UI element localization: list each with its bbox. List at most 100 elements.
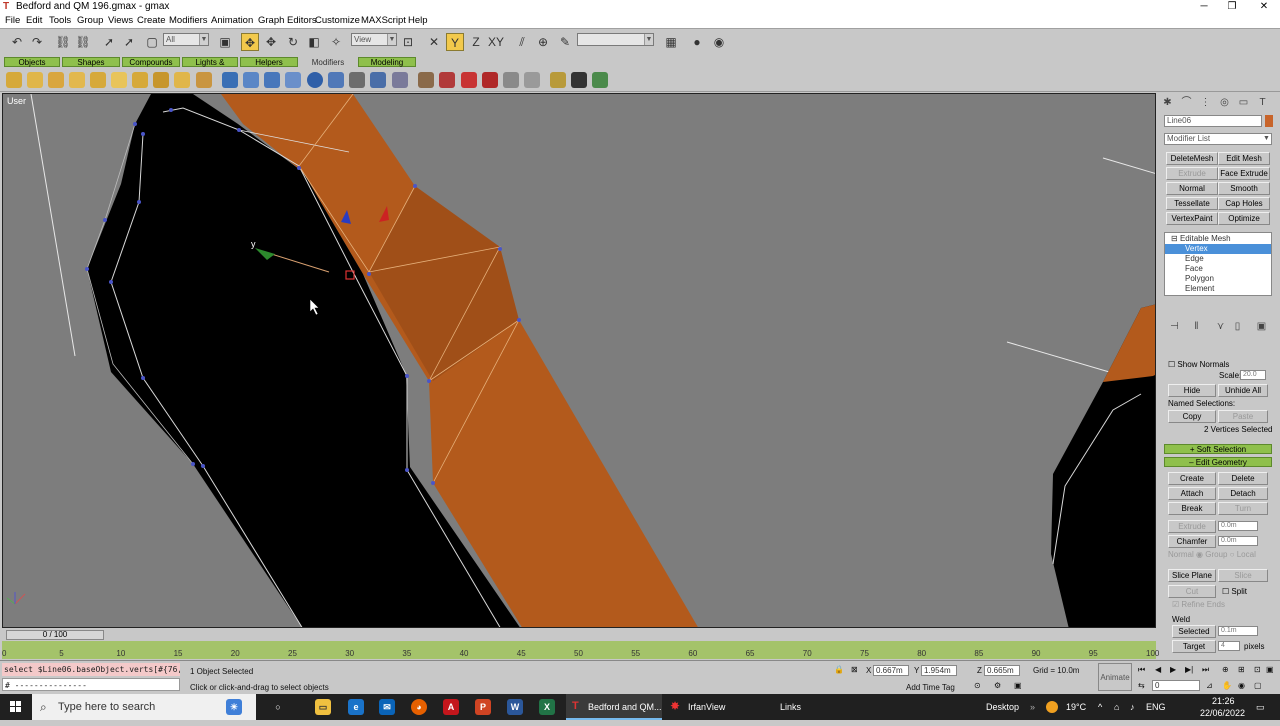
taskbar-app-links[interactable]: Links	[758, 694, 818, 720]
track-view-icon[interactable]: ▦	[662, 33, 680, 51]
render-icon[interactable]: ◉	[710, 33, 728, 51]
configure-sets-icon[interactable]: ▣	[1255, 320, 1268, 333]
acrobat-icon[interactable]: A	[443, 699, 459, 715]
reference-coord-dropdown[interactable]: View ▼	[351, 33, 397, 46]
next-frame-icon[interactable]: ▶|	[1185, 665, 1193, 674]
optimize-button[interactable]: Optimize	[1218, 212, 1270, 225]
cap-holes-icon[interactable]	[461, 72, 477, 88]
select-object-icon[interactable]: ➚	[100, 33, 118, 51]
delete-mesh-icon[interactable]	[482, 72, 498, 88]
normal-modifier-icon[interactable]	[550, 72, 566, 88]
powerpoint-icon[interactable]: P	[475, 699, 491, 715]
refine-ends-checkbox[interactable]: ☑ Refine Ends	[1172, 600, 1225, 609]
y-coordinate-field[interactable]: 1.954m	[921, 665, 957, 676]
menu-tools[interactable]: Tools	[49, 15, 71, 26]
optimize-icon[interactable]	[503, 72, 519, 88]
wave-icon[interactable]	[153, 72, 169, 88]
restrict-z-icon[interactable]: Z	[467, 33, 485, 51]
restrict-xy-icon[interactable]: XY	[487, 33, 505, 51]
clock-date[interactable]: 22/06/2022	[1200, 700, 1245, 726]
deletemesh-button[interactable]: DeleteMesh	[1166, 152, 1218, 165]
normal-group-local-options[interactable]: Normal ◉ Group ○ Local	[1168, 550, 1256, 559]
mirror-icon[interactable]: ⫽	[513, 33, 531, 51]
stack-item-polygon[interactable]: Polygon	[1165, 274, 1271, 284]
ripple-icon[interactable]	[132, 72, 148, 88]
delete-button[interactable]: Delete	[1218, 472, 1268, 485]
volume-select-icon[interactable]	[370, 72, 386, 88]
task-view-icon[interactable]: ○	[270, 699, 286, 715]
object-color-swatch[interactable]	[1265, 115, 1273, 127]
undo-icon[interactable]: ↶	[8, 33, 26, 51]
menu-edit[interactable]: Edit	[26, 15, 42, 26]
x-coordinate-field[interactable]: 0.667m	[873, 665, 909, 676]
menu-customize[interactable]: Customize	[315, 15, 360, 26]
minimize-button[interactable]: ─	[1190, 0, 1218, 14]
object-name-field[interactable]: Line06	[1164, 115, 1262, 127]
chamfer-button[interactable]: Chamfer	[1168, 535, 1216, 548]
tab-modifiers[interactable]: Modifiers	[300, 57, 356, 67]
weld-target-button[interactable]: Target	[1172, 640, 1216, 653]
show-normals-checkbox[interactable]: ☐ Show Normals	[1168, 360, 1229, 369]
split-checkbox[interactable]: ☐ Split	[1222, 587, 1247, 596]
tab-helpers[interactable]: Helpers	[240, 57, 298, 67]
show-end-result-icon[interactable]: ‖	[1190, 320, 1203, 333]
stack-item-face[interactable]: Face	[1165, 264, 1271, 274]
redo-icon[interactable]: ↷	[28, 33, 46, 51]
paint-icon[interactable]: ✎	[556, 33, 574, 51]
tab-objects[interactable]: Objects	[4, 57, 60, 67]
current-frame-field[interactable]: 0	[1152, 680, 1200, 691]
lattice-icon[interactable]	[174, 72, 190, 88]
lock-selection-icon[interactable]: 🔒	[834, 665, 844, 674]
tessellate-button[interactable]: Tessellate	[1166, 197, 1218, 210]
menu-modifiers[interactable]: Modifiers	[169, 15, 208, 26]
zoom-extents-all-icon[interactable]: ▣	[1266, 665, 1274, 674]
cylinder-icon[interactable]	[328, 72, 344, 88]
manipulate-icon[interactable]: ✧	[327, 33, 345, 51]
extrude-button[interactable]: Extrude	[1166, 167, 1218, 180]
xform-icon[interactable]	[349, 72, 365, 88]
break-button[interactable]: Break	[1168, 502, 1216, 515]
news-widget-icon[interactable]: ☀	[226, 699, 242, 715]
copy-button[interactable]: Copy	[1168, 410, 1216, 423]
notifications-icon[interactable]: ▭	[1256, 694, 1265, 720]
pin-stack-icon[interactable]: ⊣	[1168, 320, 1181, 333]
edge-browser-icon[interactable]: e	[348, 699, 364, 715]
checker-icon[interactable]	[571, 72, 587, 88]
edit-mesh-button[interactable]: Edit Mesh	[1218, 152, 1270, 165]
region-select-icon[interactable]: ▢	[143, 33, 161, 51]
taskbar-app-irfanview[interactable]: IrfanView	[666, 694, 762, 720]
weld-target-spinner[interactable]: 4	[1218, 641, 1240, 651]
chamfer-spinner[interactable]: 0.0m	[1218, 536, 1258, 546]
select-rotate-icon[interactable]: ↻	[284, 33, 302, 51]
viewport-label[interactable]: User	[7, 96, 26, 106]
select-move-alt-icon[interactable]: ✥	[262, 33, 280, 51]
ffd-icon[interactable]	[196, 72, 212, 88]
language-indicator[interactable]: ENG	[1146, 694, 1166, 720]
paste-button[interactable]: Paste	[1218, 410, 1268, 423]
tab-shapes[interactable]: Shapes	[62, 57, 120, 67]
select-scale-icon[interactable]: ◧	[305, 33, 323, 51]
create-panel-icon[interactable]: ✱	[1161, 96, 1174, 109]
menu-group[interactable]: Group	[77, 15, 103, 26]
named-selection-dropdown[interactable]: ▼	[577, 33, 654, 46]
remove-modifier-icon[interactable]: ▯	[1231, 320, 1244, 333]
modifier-stack[interactable]: ⊟ Editable Mesh Vertex Edge Face Polygon…	[1164, 232, 1272, 296]
stack-item-edge[interactable]: Edge	[1165, 254, 1271, 264]
taskbar-search-box[interactable]: Type here to search	[32, 694, 256, 720]
soft-selection-rollout[interactable]: + Soft Selection	[1164, 444, 1272, 454]
normal-button[interactable]: Normal	[1166, 182, 1218, 195]
link-icon[interactable]: ⛓	[54, 33, 72, 51]
key-filter-icon[interactable]: ▣	[1014, 681, 1022, 690]
file-explorer-icon[interactable]: ▭	[315, 699, 331, 715]
slice-button[interactable]: Slice	[1218, 569, 1268, 582]
selection-filter-dropdown[interactable]: All ▼	[163, 33, 209, 46]
menu-views[interactable]: Views	[108, 15, 133, 26]
key-mode-icon[interactable]: ⊙	[974, 681, 981, 690]
weld-threshold-spinner[interactable]: 0.1m	[1218, 626, 1258, 636]
modify-panel-icon[interactable]: ⌒	[1180, 96, 1193, 109]
weather-temperature[interactable]: 19°C	[1066, 694, 1086, 720]
animate-button[interactable]: Animate	[1098, 663, 1132, 691]
menu-graph-editors[interactable]: Graph Editors	[258, 15, 317, 26]
select-and-link-icon[interactable]: ✕	[425, 33, 443, 51]
face-extrude-button[interactable]: Face Extrude	[1218, 167, 1270, 180]
